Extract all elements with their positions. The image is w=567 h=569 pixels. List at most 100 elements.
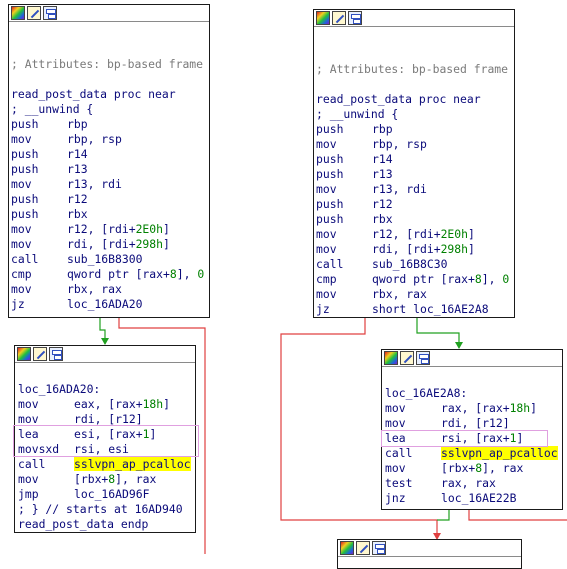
mnemonic: mov bbox=[18, 472, 39, 486]
left-top-block[interactable]: ; Attributes: bp-based frame read_post_d… bbox=[8, 4, 210, 318]
color-palette-icon[interactable] bbox=[11, 6, 25, 20]
asm-instruction[interactable]: jmp loc_16AD96F bbox=[18, 487, 195, 502]
asm-instruction[interactable]: push r14 bbox=[316, 152, 514, 167]
operands: ] bbox=[468, 227, 475, 241]
asm-instruction[interactable]: push rbp bbox=[11, 117, 209, 132]
operands: rbp bbox=[67, 117, 88, 131]
asm-instruction[interactable]: call sslvpn_ap_pcalloc bbox=[385, 446, 562, 461]
operands: rbp, rsp bbox=[67, 132, 122, 146]
asm-instruction[interactable]: mov r12, [rdi+2E0h] bbox=[11, 222, 209, 237]
loc-label[interactable]: loc_16AE2A8: bbox=[385, 386, 562, 401]
asm-instruction[interactable]: mov rbx, rax bbox=[316, 287, 514, 302]
mnemonic: jnz bbox=[385, 491, 406, 505]
asm-instruction[interactable]: call sub_16B8C30 bbox=[316, 257, 514, 272]
edit-pencil-icon[interactable] bbox=[400, 351, 414, 365]
mnemonic: call bbox=[385, 446, 413, 460]
asm-instruction[interactable]: mov [rbx+8], rax bbox=[18, 472, 195, 487]
mnemonic: mov bbox=[316, 242, 337, 256]
operands: rax, rax bbox=[441, 476, 496, 490]
proc-header[interactable]: read_post_data proc near bbox=[11, 87, 209, 102]
edge-true-right-2 bbox=[437, 510, 450, 521]
loc-label[interactable]: loc_16ADA20: bbox=[18, 382, 195, 397]
asm-instruction[interactable]: call sslvpn_ap_pcalloc bbox=[18, 457, 195, 472]
mnemonic: mov bbox=[18, 397, 39, 411]
edit-pencil-icon[interactable] bbox=[332, 11, 346, 25]
operands: r13, rdi bbox=[372, 182, 427, 196]
highlighted-symbol[interactable]: sslvpn_ap_pcalloc bbox=[74, 457, 191, 471]
edit-pencil-icon[interactable] bbox=[33, 347, 47, 361]
asm-instruction[interactable]: jz short loc_16AE2A8 bbox=[316, 302, 514, 317]
graph-view-icon[interactable] bbox=[43, 6, 57, 20]
asm-instruction[interactable]: mov rbp, rsp bbox=[316, 137, 514, 152]
asm-instruction[interactable]: mov eax, [rax+18h] bbox=[18, 397, 195, 412]
edge-arrow-left bbox=[101, 338, 109, 345]
asm-instruction[interactable]: mov r13, rdi bbox=[11, 177, 209, 192]
graph-view-icon[interactable] bbox=[49, 347, 63, 361]
unwind-comment: ; __unwind { bbox=[316, 107, 399, 121]
operands: r14 bbox=[372, 152, 393, 166]
asm-instruction[interactable]: jnz loc_16AE22B bbox=[385, 491, 562, 506]
asm-instruction[interactable]: mov rdi, [rdi+298h] bbox=[316, 242, 514, 257]
mnemonic: lea bbox=[385, 431, 406, 445]
operands: ], rax bbox=[115, 472, 157, 486]
numeric-operand: 8 bbox=[169, 267, 177, 281]
asm-instruction[interactable]: mov [rbx+8], rax bbox=[385, 461, 562, 476]
right-loc-block[interactable]: loc_16AE2A8: mov rax, [rax+18h] mov rdi, [r… bbox=[381, 349, 563, 510]
operands: ], bbox=[176, 267, 198, 281]
asm-instruction[interactable]: push rbx bbox=[316, 212, 514, 227]
asm-instruction[interactable]: mov r12, [rdi+2E0h] bbox=[316, 227, 514, 242]
mnemonic: cmp bbox=[316, 272, 337, 286]
asm-instruction[interactable]: call sub_16B8300 bbox=[11, 252, 209, 267]
proc-header[interactable]: read_post_data proc near bbox=[316, 92, 514, 107]
asm-instruction[interactable]: mov rax, [rax+18h] bbox=[385, 401, 562, 416]
asm-instruction[interactable]: cmp qword ptr [rax+8], 0 bbox=[11, 267, 209, 282]
asm-instruction[interactable]: lea esi, [rax+1] bbox=[18, 427, 195, 442]
operands: ], bbox=[481, 272, 503, 286]
color-palette-icon[interactable] bbox=[17, 347, 31, 361]
asm-instruction[interactable]: mov rbx, rax bbox=[11, 282, 209, 297]
mnemonic: push bbox=[11, 162, 39, 176]
asm-instruction[interactable]: mov rdi, [r12] bbox=[385, 416, 562, 431]
asm-instruction[interactable]: movsxd rsi, esi bbox=[18, 442, 195, 457]
mnemonic: mov bbox=[316, 182, 337, 196]
highlighted-symbol[interactable]: sslvpn_ap_pcalloc bbox=[441, 446, 558, 460]
operands: rsi, [rax+ bbox=[441, 431, 510, 445]
graph-view-icon[interactable] bbox=[372, 541, 386, 555]
asm-instruction[interactable]: mov rdi, [r12] bbox=[18, 412, 195, 427]
operands: sub_16B8300 bbox=[67, 252, 143, 266]
asm-instruction[interactable]: mov r13, rdi bbox=[316, 182, 514, 197]
edit-pencil-icon[interactable] bbox=[27, 6, 41, 20]
asm-instruction[interactable]: push rbx bbox=[11, 207, 209, 222]
mnemonic: jz bbox=[11, 297, 25, 311]
asm-instruction[interactable]: push r12 bbox=[11, 192, 209, 207]
mnemonic: jmp bbox=[18, 487, 39, 501]
graph-view-icon[interactable] bbox=[348, 11, 362, 25]
asm-instruction[interactable]: test rax, rax bbox=[385, 476, 562, 491]
color-palette-icon[interactable] bbox=[316, 11, 330, 25]
graph-view-icon[interactable] bbox=[416, 351, 430, 365]
mnemonic: push bbox=[11, 192, 39, 206]
asm-instruction[interactable]: push rbp bbox=[316, 122, 514, 137]
asm-instruction[interactable]: jz loc_16ADA20 bbox=[11, 297, 209, 312]
asm-instruction[interactable]: mov rdi, [rdi+298h] bbox=[11, 237, 209, 252]
operands: [rbx+ bbox=[74, 472, 109, 486]
right-top-block[interactable]: ; Attributes: bp-based frame read_post_d… bbox=[313, 9, 515, 318]
mnemonic: lea bbox=[18, 427, 39, 441]
asm-instruction[interactable]: mov rbp, rsp bbox=[11, 132, 209, 147]
asm-instruction[interactable]: push r13 bbox=[316, 167, 514, 182]
mnemonic: jz bbox=[316, 302, 330, 316]
asm-instruction[interactable]: cmp qword ptr [rax+8], 0 bbox=[316, 272, 514, 287]
mnemonic: push bbox=[11, 147, 39, 161]
color-palette-icon[interactable] bbox=[384, 351, 398, 365]
edit-pencil-icon[interactable] bbox=[356, 541, 370, 555]
operands: qword ptr [rax+ bbox=[67, 267, 170, 281]
asm-instruction[interactable]: lea rsi, [rax+1] bbox=[385, 431, 562, 446]
color-palette-icon[interactable] bbox=[340, 541, 354, 555]
asm-instruction[interactable]: push r13 bbox=[11, 162, 209, 177]
mnemonic: mov bbox=[316, 287, 337, 301]
partial-next-block[interactable] bbox=[337, 539, 522, 569]
asm-instruction[interactable]: push r12 bbox=[316, 197, 514, 212]
mnemonic: call bbox=[11, 252, 39, 266]
left-loc-block[interactable]: loc_16ADA20: mov eax, [rax+18h] mov rdi, [r… bbox=[14, 345, 196, 533]
asm-instruction[interactable]: push r14 bbox=[11, 147, 209, 162]
